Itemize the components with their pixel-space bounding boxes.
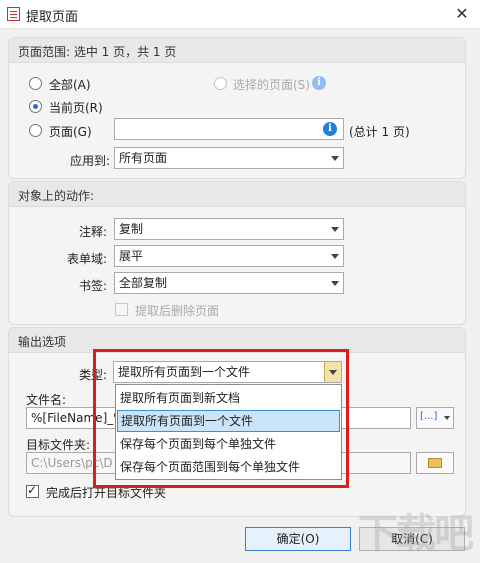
chevron-down-icon	[444, 416, 450, 420]
output-options-title: 输出选项	[18, 335, 67, 349]
title-bar: 提取页面 ✕	[0, 0, 480, 29]
page-range-header: 页面范围: 选中 1 页，共 1 页	[9, 38, 465, 63]
object-actions-title: 对象上的动作:	[18, 189, 95, 203]
macro-icon: [...]	[420, 411, 438, 422]
bookmark-value: 全部复制	[119, 276, 168, 290]
filename-label: 文件名:	[26, 393, 67, 407]
watermark: 下载吧	[358, 511, 474, 557]
chevron-down-icon	[331, 254, 339, 259]
annotation-select[interactable]: 复制	[114, 218, 344, 240]
annotation-label: 注释:	[79, 225, 108, 239]
type-option[interactable]: 保存每个页面到每个单独文件	[117, 433, 340, 455]
chevron-down-icon	[329, 370, 337, 375]
pages-info-icon: i	[323, 122, 337, 136]
page-range-group: 页面范围: 选中 1 页，共 1 页 全部(A) 选择的页面(S) i 当前页(…	[8, 37, 466, 179]
radio-selected-pages[interactable]	[214, 77, 227, 90]
window-title: 提取页面	[26, 10, 79, 25]
bookmark-select[interactable]: 全部复制	[114, 272, 344, 294]
radio-current-page[interactable]	[29, 100, 42, 113]
radio-pages[interactable]	[29, 124, 42, 137]
ok-button[interactable]: 确定(O)	[245, 527, 351, 551]
pages-input[interactable]	[114, 118, 344, 140]
pages-label: 页面(G)	[49, 125, 92, 139]
target-folder-label: 目标文件夹:	[26, 438, 91, 452]
chevron-down-icon	[331, 156, 339, 161]
chevron-down-icon	[331, 281, 339, 286]
type-option[interactable]: 保存每个页面范围到每个单独文件	[117, 456, 340, 478]
selected-pages-label: 选择的页面(S)	[233, 78, 310, 92]
radio-all[interactable]	[29, 77, 42, 90]
folder-icon	[428, 458, 442, 468]
total-pages-label: (总计 1 页)	[349, 125, 410, 139]
apply-to-label: 应用到:	[70, 154, 111, 168]
form-field-select[interactable]: 展平	[114, 245, 344, 267]
chevron-down-icon	[331, 227, 339, 232]
delete-after-extract-label: 提取后删除页面	[135, 304, 220, 318]
close-button[interactable]: ✕	[444, 0, 480, 28]
all-label: 全部(A)	[49, 78, 91, 92]
output-options-header: 输出选项	[9, 328, 465, 353]
apply-to-value: 所有页面	[119, 151, 168, 165]
current-page-label: 当前页(R)	[49, 101, 103, 115]
bookmark-label: 书签:	[79, 279, 108, 293]
object-actions-header: 对象上的动作:	[9, 182, 465, 207]
app-document-icon	[7, 7, 20, 21]
type-dropdown-list: 提取所有页面到新文档 提取所有页面到一个文件 保存每个页面到每个单独文件 保存每…	[115, 384, 342, 480]
annotation-value: 复制	[119, 222, 144, 236]
type-select[interactable]: 提取所有页面到一个文件	[113, 361, 342, 383]
apply-to-select[interactable]: 所有页面	[114, 147, 344, 169]
type-label: 类型:	[79, 368, 108, 382]
filename-macro-button[interactable]: [...]	[416, 407, 454, 429]
delete-after-extract-checkbox[interactable]	[115, 303, 128, 316]
open-folder-after-label: 完成后打开目标文件夹	[46, 486, 167, 500]
form-field-value: 展平	[119, 249, 144, 263]
open-folder-after-checkbox[interactable]	[26, 483, 39, 498]
extract-pages-dialog: 页面范围: 选中 1 页，共 1 页 全部(A) 选择的页面(S) i 当前页(…	[0, 29, 480, 563]
type-value: 提取所有页面到一个文件	[118, 365, 251, 379]
browse-folder-button[interactable]	[416, 452, 454, 474]
object-actions-group: 对象上的动作: 注释: 复制 表单域: 展平 书签: 全部复制 提取后删除页面	[8, 181, 466, 325]
form-field-label: 表单域:	[67, 252, 108, 266]
dropdown-toggle[interactable]	[324, 362, 341, 382]
type-option-selected[interactable]: 提取所有页面到一个文件	[117, 410, 340, 432]
page-range-title: 页面范围: 选中 1 页，共 1 页	[18, 45, 177, 59]
type-option[interactable]: 提取所有页面到新文档	[117, 387, 340, 409]
selected-pages-info-icon: i	[312, 76, 326, 90]
